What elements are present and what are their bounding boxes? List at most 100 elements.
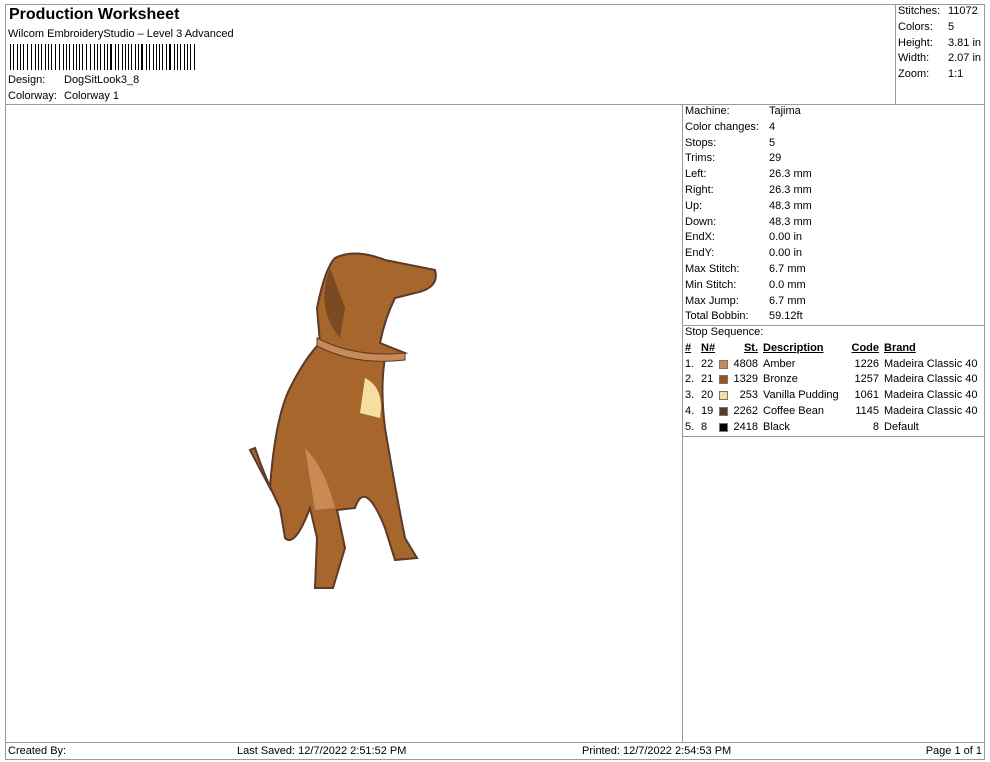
detail-value: 48.3 mm	[769, 215, 812, 228]
detail-value: 59.12ft	[769, 310, 803, 323]
thread-description: Coffee Bean	[763, 404, 824, 417]
stop-sequence-header: # N# St. Description Code Brand	[685, 341, 985, 357]
detail-value: 1:1	[948, 68, 964, 81]
detail-row: Max Stitch: 6.7 mm	[685, 262, 985, 278]
detail-label: Up:	[685, 199, 703, 212]
col-code: Code	[851, 341, 880, 354]
software-name: Wilcom EmbroideryStudio – Level 3 Advanc…	[8, 28, 234, 40]
detail-row: Machine: Tajima	[685, 104, 985, 120]
thread-code: 8	[872, 420, 879, 433]
detail-label: Colors:	[898, 20, 933, 33]
detail-label: Height:	[898, 36, 933, 49]
stitch-count: 2262	[733, 404, 758, 417]
stop-sequence: Stop Sequence: # N# St. Description Code…	[685, 325, 985, 433]
detail-value: 0.00 in	[769, 231, 803, 244]
detail-row: Min Stitch: 0.0 mm	[685, 278, 985, 294]
summary-panel: Stitches: 11072 Colors: 5 Height: 3.81 in Widt…	[898, 4, 986, 83]
detail-label: Color changes:	[685, 120, 759, 133]
stop-num: 4.	[685, 404, 695, 417]
detail-row: Max Jump: 6.7 mm	[685, 294, 985, 310]
thread-description: Vanilla Pudding	[763, 389, 839, 402]
detail-row: Width: 2.07 in	[898, 51, 986, 67]
detail-row: EndY: 0.00 in	[685, 246, 985, 262]
detail-label: Zoom:	[898, 68, 930, 81]
sequence-divider	[682, 436, 985, 437]
footer-divider	[5, 742, 985, 743]
colorway-label: Colorway:	[8, 90, 57, 102]
page-title: Production Worksheet	[9, 6, 180, 23]
color-swatch	[719, 359, 728, 369]
thread-brand: Default	[884, 420, 919, 433]
color-swatch	[719, 422, 728, 432]
thread-code: 1257	[854, 373, 879, 386]
stop-row: 5. 8 2418 Black 8 Default	[685, 420, 985, 436]
thread-description: Bronze	[763, 373, 798, 386]
detail-label: Max Jump:	[685, 294, 739, 307]
color-swatch	[719, 391, 728, 401]
thread-brand: Madeira Classic 40	[884, 389, 978, 402]
detail-row: Color changes: 4	[685, 120, 985, 136]
detail-row: Total Bobbin: 59.12ft	[685, 309, 985, 325]
detail-value: 26.3 mm	[769, 183, 812, 196]
col-st: St.	[743, 341, 758, 354]
page-number: Page 1 of 1	[925, 745, 982, 757]
detail-row: Right: 26.3 mm	[685, 183, 985, 199]
detail-label: EndX:	[685, 231, 715, 244]
detail-value: 5	[948, 20, 955, 33]
created-by: Created By:	[8, 745, 67, 757]
details-panel: Machine: Tajima Color changes: 4 Stops: 5 Trim…	[685, 104, 985, 325]
needle-num: 8	[701, 420, 708, 433]
col-description: Description	[763, 341, 824, 354]
thread-code: 1061	[854, 389, 879, 402]
detail-row: Height: 3.81 in	[898, 36, 986, 52]
stitch-count: 253	[739, 389, 758, 402]
detail-row: Zoom: 1:1	[898, 67, 986, 83]
needle-num: 19	[701, 404, 714, 417]
needle-num: 22	[701, 357, 714, 370]
thread-brand: Madeira Classic 40	[884, 357, 978, 370]
stitch-count: 4808	[733, 357, 758, 370]
stop-row: 2. 21 1329 Bronze 1257 Madeira Classic 40	[685, 372, 985, 388]
thread-brand: Madeira Classic 40	[884, 404, 978, 417]
stop-row: 4. 19 2262 Coffee Bean 1145 Madeira Classic 4…	[685, 404, 985, 420]
detail-label: Width:	[898, 52, 930, 65]
panel-divider	[682, 104, 683, 742]
stop-num: 5.	[685, 420, 695, 433]
detail-value: 5	[769, 136, 776, 149]
stop-sequence-title: Stop Sequence:	[685, 326, 764, 338]
detail-value: 11072	[948, 5, 978, 17]
detail-label: Machine:	[685, 105, 730, 117]
col-n: N#	[701, 341, 716, 354]
detail-row: Up: 48.3 mm	[685, 199, 985, 215]
thread-code: 1226	[854, 357, 879, 370]
barcode	[10, 44, 196, 70]
stitch-count: 1329	[733, 373, 758, 386]
detail-value: 2.07 in	[948, 52, 982, 65]
detail-row: Left: 26.3 mm	[685, 167, 985, 183]
detail-value: 0.0 mm	[769, 278, 806, 291]
detail-value: 6.7 mm	[769, 294, 806, 307]
summary-divider	[895, 4, 896, 104]
last-saved: Last Saved: 12/7/2022 2:51:52 PM	[237, 745, 407, 757]
detail-row: Colors: 5	[898, 20, 986, 36]
detail-value: Tajima	[769, 105, 801, 117]
detail-label: Right:	[685, 183, 714, 196]
thread-description: Amber	[763, 357, 796, 370]
detail-row: Stops: 5	[685, 136, 985, 152]
colorway-value: Colorway 1	[64, 90, 120, 102]
design-value: DogSitLook3_8	[64, 74, 140, 86]
detail-label: Stops:	[685, 136, 717, 149]
detail-value: 6.7 mm	[769, 262, 806, 275]
detail-label: Total Bobbin:	[685, 310, 749, 323]
stop-row: 3. 20 253 Vanilla Pudding 1061 Madeira Classi…	[685, 388, 985, 404]
detail-label: Trims:	[685, 152, 716, 165]
stop-num: 3.	[685, 389, 695, 402]
detail-value: 4	[769, 120, 776, 133]
col-brand: Brand	[884, 341, 916, 354]
design-label: Design:	[8, 74, 46, 86]
stop-num: 1.	[685, 357, 695, 370]
detail-value: 3.81 in	[948, 36, 982, 49]
detail-value: 48.3 mm	[769, 199, 812, 212]
design-preview-dog	[248, 252, 437, 589]
stitch-count: 2418	[733, 420, 758, 433]
